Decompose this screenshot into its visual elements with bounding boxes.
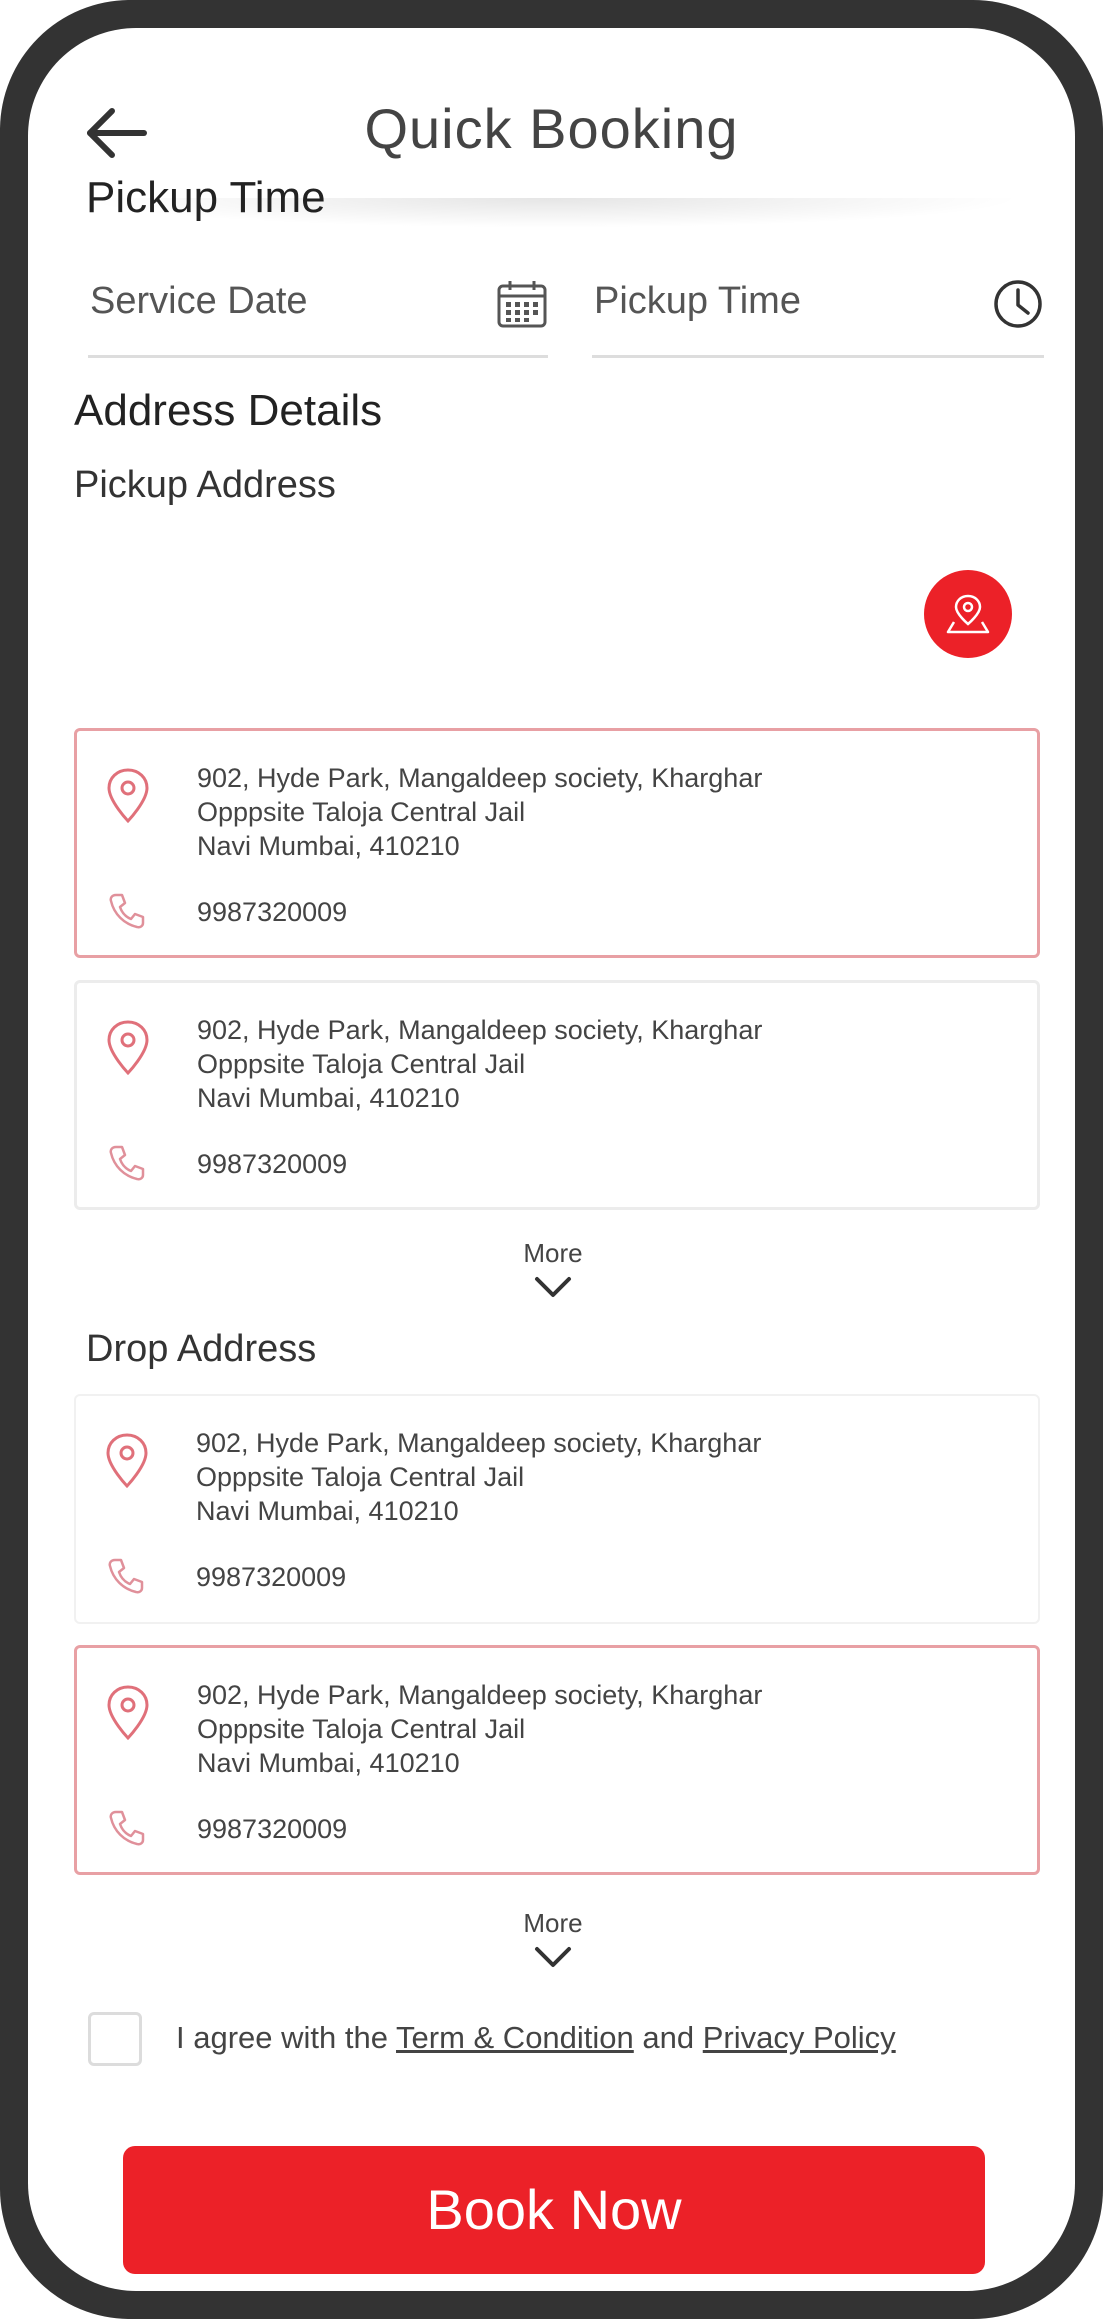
pickup-address-heading: Pickup Address bbox=[74, 464, 336, 506]
location-pin-icon bbox=[105, 1684, 151, 1742]
pickup-time-heading: Pickup Time bbox=[86, 173, 326, 222]
pickup-time-field[interactable]: Pickup Time bbox=[592, 258, 1044, 358]
address-line-3: Navi Mumbai, 410210 bbox=[197, 831, 460, 861]
service-date-label: Service Date bbox=[90, 280, 308, 322]
drop-address-card[interactable]: 902, Hyde Park, Mangaldeep society, Khar… bbox=[74, 1645, 1040, 1875]
address-line-1: 902, Hyde Park, Mangaldeep society, Khar… bbox=[196, 1428, 762, 1458]
more-label: More bbox=[523, 1908, 583, 1938]
phone-icon bbox=[107, 1143, 147, 1183]
phone-icon bbox=[106, 1556, 146, 1596]
address-line-2: Opppsite Taloja Central Jail bbox=[196, 1462, 525, 1492]
address-details-heading: Address Details bbox=[74, 386, 383, 435]
address-line-3: Navi Mumbai, 410210 bbox=[196, 1496, 459, 1526]
address-line-2: Opppsite Taloja Central Jail bbox=[197, 1714, 526, 1744]
calendar-icon bbox=[496, 278, 548, 330]
more-label: More bbox=[523, 1238, 583, 1268]
address-line-1: 902, Hyde Park, Mangaldeep society, Khar… bbox=[197, 1015, 763, 1045]
location-pin-icon bbox=[104, 1432, 150, 1490]
pickup-address-card[interactable]: 902, Hyde Park, Mangaldeep society, Khar… bbox=[74, 728, 1040, 958]
pickup-more-button[interactable]: More bbox=[493, 1238, 613, 1299]
book-now-button[interactable]: Book Now bbox=[123, 2146, 985, 2274]
device-frame: Quick Booking Pickup Time Service Date P… bbox=[0, 0, 1103, 2319]
app-screen: Quick Booking Pickup Time Service Date P… bbox=[28, 28, 1075, 2291]
phone-number: 9987320009 bbox=[197, 897, 348, 927]
address-line-2: Opppsite Taloja Central Jail bbox=[197, 1049, 526, 1079]
pickup-time-label: Pickup Time bbox=[594, 280, 801, 322]
agreement-middle: and bbox=[633, 2020, 703, 2055]
drop-address-heading: Drop Address bbox=[86, 1328, 317, 1370]
pickup-address-card[interactable]: 902, Hyde Park, Mangaldeep society, Khar… bbox=[74, 980, 1040, 1210]
map-location-button[interactable] bbox=[924, 570, 1012, 658]
drop-more-button[interactable]: More bbox=[493, 1908, 613, 1969]
address-line-1: 902, Hyde Park, Mangaldeep society, Khar… bbox=[197, 1680, 763, 1710]
page-title: Quick Booking bbox=[364, 97, 739, 160]
phone-icon bbox=[107, 1808, 147, 1848]
chevron-down-icon bbox=[535, 1947, 571, 1967]
location-pin-icon bbox=[105, 1019, 151, 1077]
location-pin-icon bbox=[105, 767, 151, 825]
phone-number: 9987320009 bbox=[197, 1814, 348, 1844]
chevron-down-icon bbox=[535, 1277, 571, 1297]
terms-agreement-row: I agree with the Term & Condition and Pr… bbox=[88, 2008, 988, 2068]
terms-checkbox[interactable] bbox=[88, 2012, 142, 2066]
address-line-1: 902, Hyde Park, Mangaldeep society, Khar… bbox=[197, 763, 763, 793]
phone-number: 9987320009 bbox=[196, 1562, 347, 1592]
privacy-policy-link[interactable]: Privacy Policy bbox=[703, 2020, 896, 2055]
agreement-prefix: I agree with the bbox=[176, 2020, 397, 2055]
address-line-3: Navi Mumbai, 410210 bbox=[197, 1748, 460, 1778]
phone-number: 9987320009 bbox=[197, 1149, 348, 1179]
address-line-3: Navi Mumbai, 410210 bbox=[197, 1083, 460, 1113]
drop-address-card[interactable]: 902, Hyde Park, Mangaldeep society, Khar… bbox=[74, 1394, 1040, 1624]
map-pin-icon bbox=[946, 594, 990, 634]
agreement-text: I agree with the Term & Condition and Pr… bbox=[176, 2020, 896, 2056]
clock-icon bbox=[992, 278, 1044, 330]
phone-icon bbox=[107, 891, 147, 931]
address-line-2: Opppsite Taloja Central Jail bbox=[197, 797, 526, 827]
service-date-field[interactable]: Service Date bbox=[88, 258, 548, 358]
terms-link[interactable]: Term & Condition bbox=[396, 2020, 634, 2055]
